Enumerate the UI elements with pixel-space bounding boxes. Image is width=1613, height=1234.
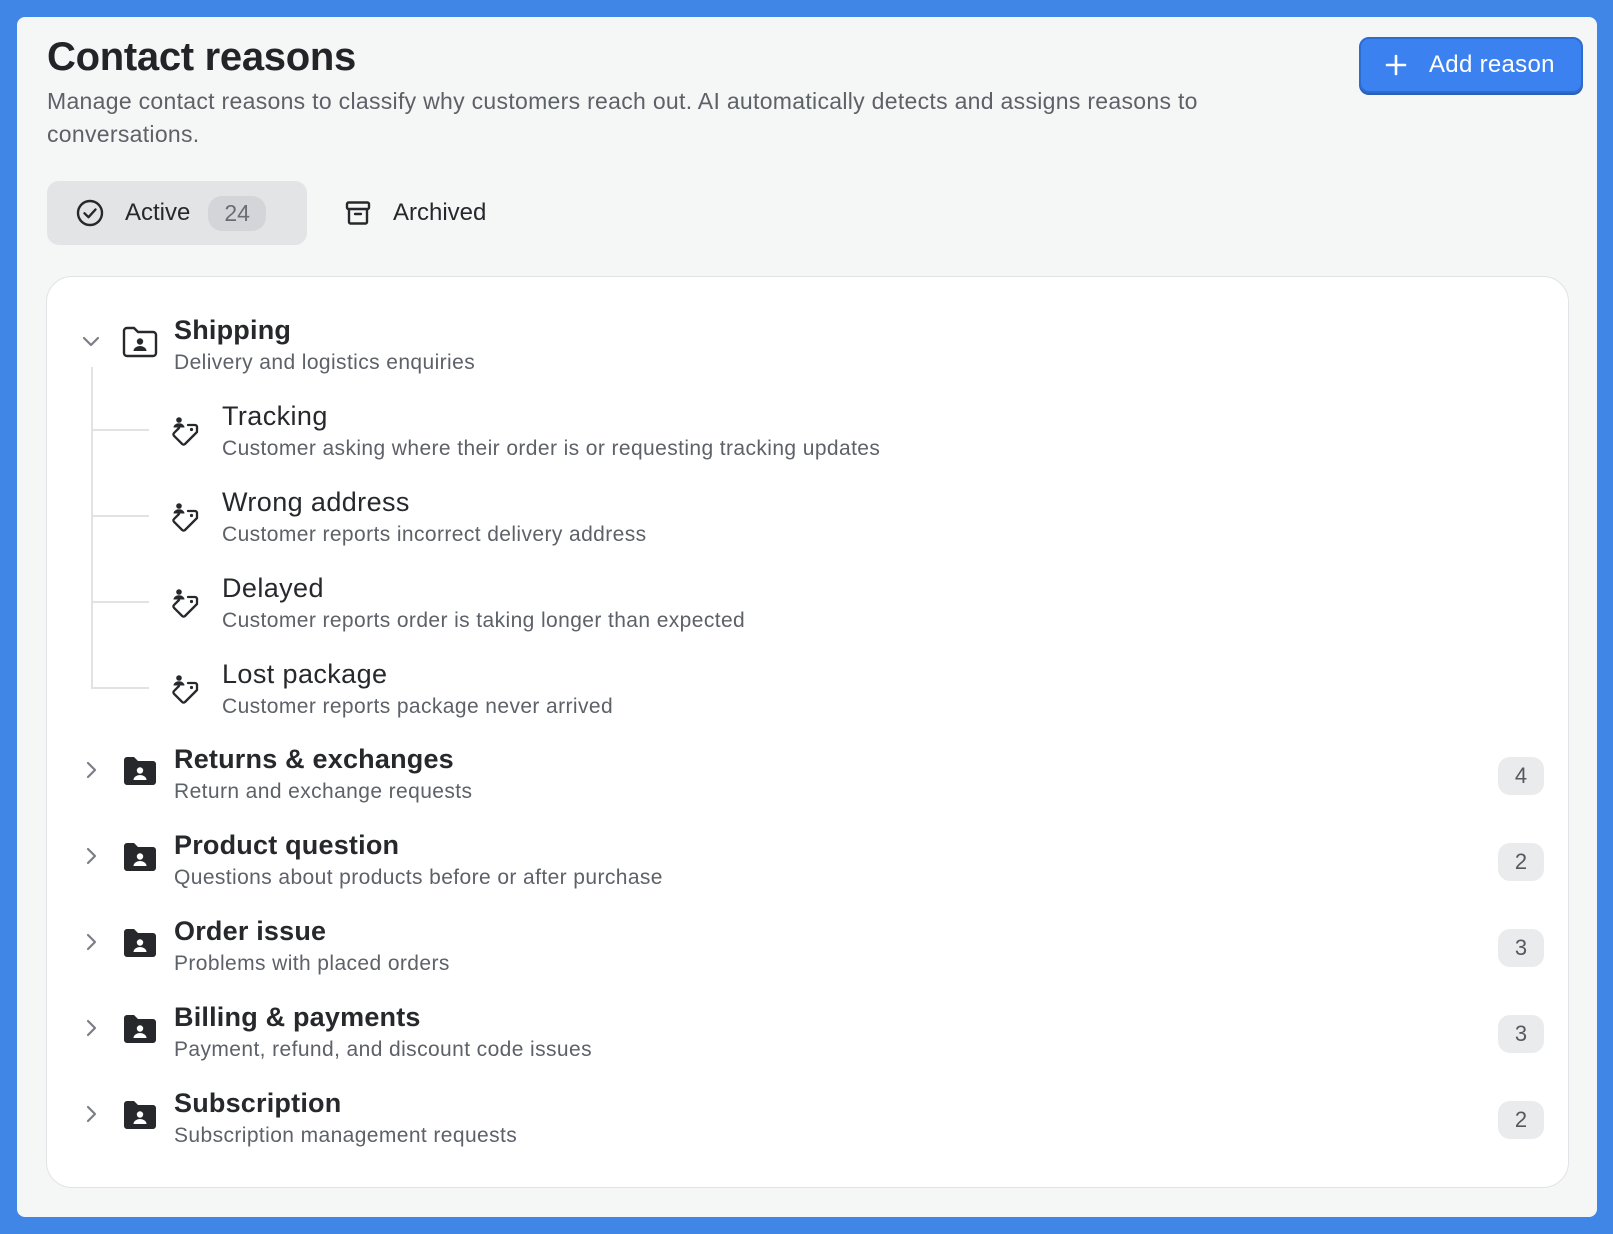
tag-person-icon bbox=[172, 589, 199, 618]
reason-row-delayed[interactable]: Delayed Customer reports order is taking… bbox=[47, 573, 1568, 649]
chevron-right-icon[interactable] bbox=[79, 930, 103, 954]
group-description: Problems with placed orders bbox=[174, 952, 450, 975]
group-description: Delivery and logistics enquiries bbox=[174, 351, 476, 374]
chevron-right-icon[interactable] bbox=[79, 844, 103, 868]
contact-reasons-window: Contact reasons Manage contact reasons t… bbox=[17, 17, 1597, 1217]
folder-person-filled-icon bbox=[124, 1101, 156, 1129]
status-tabs: Active 24 Archived bbox=[47, 181, 486, 245]
group-name: Order issue bbox=[174, 916, 327, 946]
reason-count-badge: 3 bbox=[1498, 929, 1544, 967]
reason-row-lost-package[interactable]: Lost package Customer reports package ne… bbox=[47, 659, 1568, 735]
check-circle-icon bbox=[76, 199, 104, 227]
reason-count-badge: 4 bbox=[1498, 757, 1544, 795]
reason-row-wrong-address[interactable]: Wrong address Customer reports incorrect… bbox=[47, 487, 1568, 563]
archive-box-icon bbox=[345, 201, 371, 225]
reason-description: Customer asking where their order is or … bbox=[222, 437, 881, 460]
tree-branch bbox=[91, 429, 149, 431]
tab-archived[interactable]: Archived bbox=[343, 181, 486, 245]
group-row-product-question[interactable]: Product question Questions about product… bbox=[47, 830, 1568, 906]
group-name: Shipping bbox=[174, 315, 292, 345]
tree-branch bbox=[91, 687, 149, 689]
group-row-subscription[interactable]: Subscription Subscription management req… bbox=[47, 1088, 1568, 1164]
group-name: Returns & exchanges bbox=[174, 744, 454, 774]
chevron-down-icon[interactable] bbox=[79, 329, 103, 353]
reason-description: Customer reports package never arrived bbox=[222, 695, 614, 718]
group-row-billing-payments[interactable]: Billing & payments Payment, refund, and … bbox=[47, 1002, 1568, 1078]
reason-row-tracking[interactable]: Tracking Customer asking where their ord… bbox=[47, 401, 1568, 477]
active-count-badge: 24 bbox=[208, 195, 266, 231]
folder-person-filled-icon bbox=[124, 1015, 156, 1043]
tab-active-label: Active bbox=[125, 199, 191, 226]
reason-name: Wrong address bbox=[222, 487, 410, 517]
tab-active[interactable]: Active 24 bbox=[47, 181, 307, 245]
tree-branch bbox=[91, 601, 149, 603]
group-description: Subscription management requests bbox=[174, 1124, 518, 1147]
chevron-right-icon[interactable] bbox=[79, 758, 103, 782]
tab-archived-label: Archived bbox=[393, 199, 487, 226]
reasons-list-card: Shipping Delivery and logistics enquirie… bbox=[46, 276, 1569, 1188]
reason-description: Customer reports order is taking longer … bbox=[222, 609, 746, 632]
reason-description: Customer reports incorrect delivery addr… bbox=[222, 523, 647, 546]
group-row-shipping[interactable]: Shipping Delivery and logistics enquirie… bbox=[47, 315, 1568, 391]
page-title: Contact reasons bbox=[47, 35, 356, 79]
tag-person-icon bbox=[172, 503, 199, 532]
folder-person-outline-icon bbox=[122, 326, 158, 358]
reason-count-badge: 2 bbox=[1498, 843, 1544, 881]
group-row-order-issue[interactable]: Order issue Problems with placed orders … bbox=[47, 916, 1568, 992]
group-row-returns-exchanges[interactable]: Returns & exchanges Return and exchange … bbox=[47, 744, 1568, 820]
add-reason-label: Add reason bbox=[1429, 51, 1555, 78]
chevron-right-icon[interactable] bbox=[79, 1102, 103, 1126]
plus-icon bbox=[1385, 54, 1407, 76]
reason-name: Lost package bbox=[222, 659, 388, 689]
page-subtitle: Manage contact reasons to classify why c… bbox=[47, 88, 1198, 147]
add-reason-button[interactable]: Add reason bbox=[1359, 37, 1583, 93]
group-name: Billing & payments bbox=[174, 1002, 421, 1032]
reason-count-badge: 3 bbox=[1498, 1015, 1544, 1053]
folder-person-filled-icon bbox=[124, 843, 156, 871]
folder-person-filled-icon bbox=[124, 929, 156, 957]
group-name: Subscription bbox=[174, 1088, 342, 1118]
tree-branch bbox=[91, 515, 149, 517]
reason-name: Delayed bbox=[222, 573, 324, 603]
folder-person-filled-icon bbox=[124, 757, 156, 785]
group-description: Questions about products before or after… bbox=[174, 866, 663, 889]
reason-name: Tracking bbox=[222, 401, 328, 431]
tag-person-icon bbox=[172, 417, 199, 446]
chevron-right-icon[interactable] bbox=[79, 1016, 103, 1040]
reason-count-badge: 2 bbox=[1498, 1101, 1544, 1139]
tag-person-icon bbox=[172, 675, 199, 704]
group-name: Product question bbox=[174, 830, 400, 860]
group-description: Payment, refund, and discount code issue… bbox=[174, 1038, 592, 1061]
group-description: Return and exchange requests bbox=[174, 780, 473, 803]
